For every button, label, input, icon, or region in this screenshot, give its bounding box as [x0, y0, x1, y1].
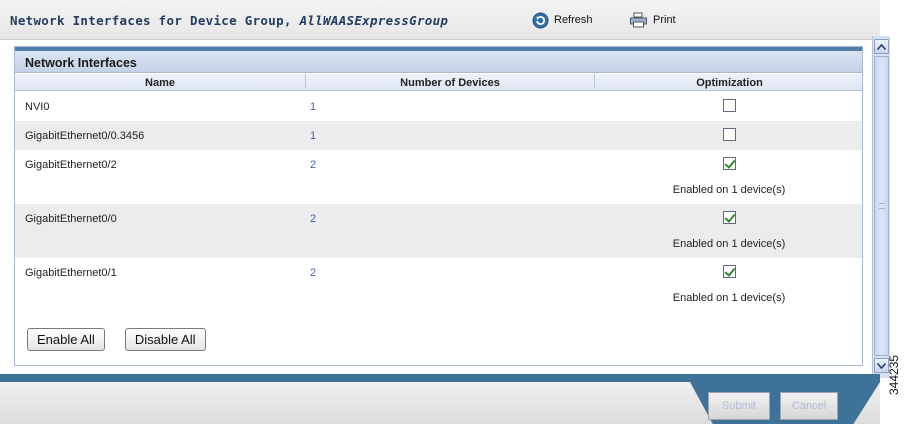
vertical-scrollbar[interactable]	[872, 36, 890, 378]
footer-divider	[0, 374, 880, 382]
chevron-down-icon	[877, 362, 886, 369]
printer-icon	[630, 12, 647, 28]
bulk-action-bar: Enable All Disable All	[27, 328, 206, 351]
table-row: GigabitEthernet0/2 2 Enabled on 1 device…	[15, 150, 862, 204]
column-header-optimization: Optimization	[594, 74, 864, 89]
chevron-up-icon	[877, 43, 886, 50]
device-group-name: AllWAASExpressGroup	[299, 13, 449, 28]
optimization-cell	[594, 121, 864, 144]
submit-button[interactable]: Submit	[708, 392, 770, 420]
optimization-checkbox[interactable]	[722, 265, 736, 278]
network-interfaces-panel: Network Interfaces Name Number of Device…	[14, 46, 863, 366]
optimization-cell: Enabled on 1 device(s)	[594, 258, 864, 304]
device-count-link[interactable]: 2	[310, 213, 316, 225]
table-row: GigabitEthernet0/1 2 Enabled on 1 device…	[15, 258, 862, 312]
optimization-checkbox[interactable]	[722, 128, 736, 141]
enabled-note: Enabled on 1 device(s)	[672, 292, 786, 304]
table-row: NVI0 1	[15, 92, 862, 121]
interface-name: GigabitEthernet0/0.3456	[25, 130, 145, 142]
interface-name: NVI0	[25, 101, 50, 113]
title-prefix: Network Interfaces for Device Group,	[10, 13, 292, 28]
scroll-up-button[interactable]	[874, 39, 889, 54]
title-bar: Network Interfaces for Device Group, All…	[0, 0, 880, 40]
footer-bar: Submit Cancel	[0, 382, 880, 424]
disable-all-button[interactable]: Disable All	[124, 328, 206, 351]
print-button[interactable]: Print	[629, 11, 676, 29]
cancel-button[interactable]: Cancel	[780, 392, 838, 420]
scrollbar-thumb[interactable]	[874, 56, 889, 356]
panel-title: Network Interfaces	[15, 51, 862, 73]
optimization-checkbox[interactable]	[722, 157, 736, 170]
optimization-cell: Enabled on 1 device(s)	[594, 150, 864, 196]
optimization-cell: Enabled on 1 device(s)	[594, 204, 864, 250]
network-interfaces-window: Network Interfaces for Device Group, All…	[0, 0, 907, 424]
device-count-link[interactable]: 1	[310, 101, 316, 113]
device-count-link[interactable]: 2	[310, 159, 316, 171]
refresh-button[interactable]: Refresh	[532, 11, 593, 29]
content-scroll-area: Network Interfaces Name Number of Device…	[0, 40, 880, 374]
enabled-note: Enabled on 1 device(s)	[672, 184, 786, 196]
optimization-checkbox[interactable]	[722, 211, 736, 224]
optimization-checkbox[interactable]	[722, 99, 736, 112]
enabled-note: Enabled on 1 device(s)	[672, 238, 786, 250]
refresh-label: Refresh	[554, 14, 593, 26]
figure-id-text: 344235	[887, 354, 901, 395]
refresh-icon	[532, 12, 549, 28]
enable-all-button[interactable]: Enable All	[27, 328, 105, 351]
scrollbar-grip	[879, 203, 885, 209]
print-label: Print	[653, 14, 676, 26]
interface-name: GigabitEthernet0/2	[25, 159, 117, 171]
interfaces-table-body: NVI0 1 GigabitEthernet0/0.3456 1 Gigabit…	[15, 92, 862, 312]
column-header-number-of-devices: Number of Devices	[305, 74, 594, 89]
page-title: Network Interfaces for Device Group, All…	[10, 13, 448, 28]
table-row: GigabitEthernet0/0 2 Enabled on 1 device…	[15, 204, 862, 258]
interface-name: GigabitEthernet0/0	[25, 213, 117, 225]
interface-name: GigabitEthernet0/1	[25, 267, 117, 279]
optimization-cell	[594, 92, 864, 115]
table-header: Name Number of Devices Optimization	[15, 74, 862, 91]
column-header-name: Name	[145, 77, 175, 89]
device-count-link[interactable]: 2	[310, 267, 316, 279]
table-row: GigabitEthernet0/0.3456 1	[15, 121, 862, 150]
device-count-link[interactable]: 1	[310, 130, 316, 142]
